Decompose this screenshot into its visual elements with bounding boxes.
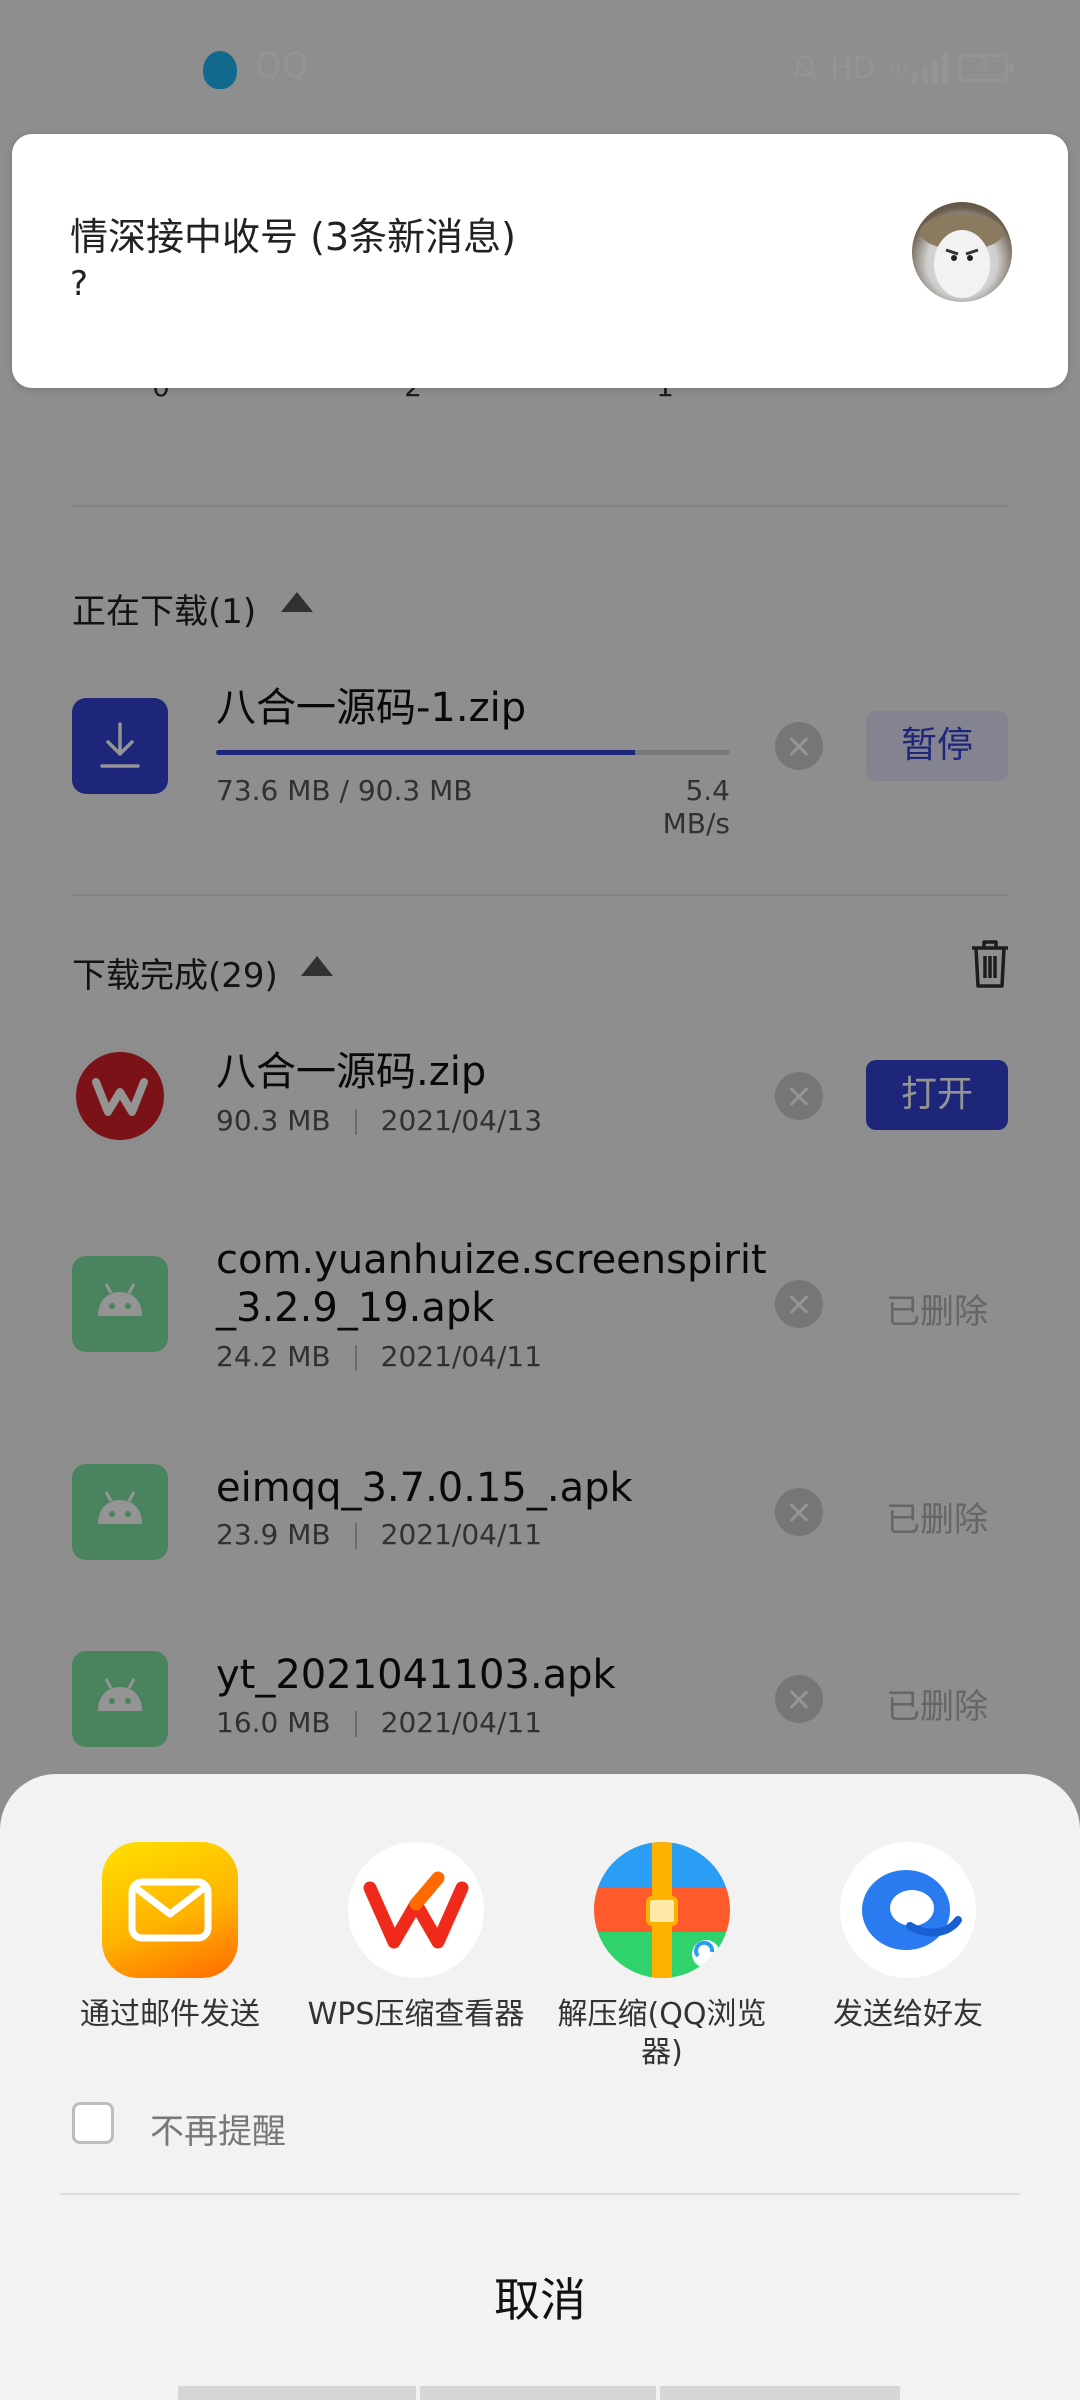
- notification-title: 情深接中收号 (3条新消息): [70, 215, 516, 259]
- wps-icon: [348, 1842, 484, 1978]
- share-app-unzip[interactable]: 解压缩(QQ浏览 器): [542, 1842, 782, 2072]
- cancel-button[interactable]: 取消: [0, 2264, 1080, 2330]
- share-app-label: WPS压缩查看器: [307, 1997, 525, 2032]
- avatar: [912, 202, 1012, 302]
- share-app-label-cont: 器): [641, 2035, 683, 2070]
- share-app-label: 通过邮件发送: [80, 1997, 260, 2032]
- notification-subtitle: ?: [70, 264, 89, 304]
- mail-icon: [102, 1842, 238, 1978]
- share-app-wps[interactable]: WPS压缩查看器: [296, 1842, 536, 2034]
- archive-icon: [594, 1842, 730, 1978]
- dont-remind-label: 不再提醒: [150, 2112, 286, 2152]
- nav-hint: [178, 2386, 416, 2400]
- divider: [60, 2193, 1020, 2195]
- share-bottom-sheet: 通过邮件发送 WPS压缩查看器 解压缩(QQ浏览 器) 发送给好友 不再提醒 取…: [0, 1774, 1080, 2400]
- tim-icon: [840, 1842, 976, 1978]
- nav-hint: [660, 2386, 900, 2400]
- nav-hint: [420, 2386, 656, 2400]
- message-notification[interactable]: 情深接中收号 (3条新消息) ?: [12, 134, 1068, 388]
- share-app-send-friend[interactable]: 发送给好友: [788, 1842, 1028, 2034]
- share-app-label: 发送给好友: [833, 1997, 983, 2032]
- share-app-label: 解压缩(QQ浏览: [557, 1997, 767, 2032]
- dont-remind-checkbox[interactable]: [72, 2102, 114, 2144]
- share-app-mail[interactable]: 通过邮件发送: [50, 1842, 290, 2034]
